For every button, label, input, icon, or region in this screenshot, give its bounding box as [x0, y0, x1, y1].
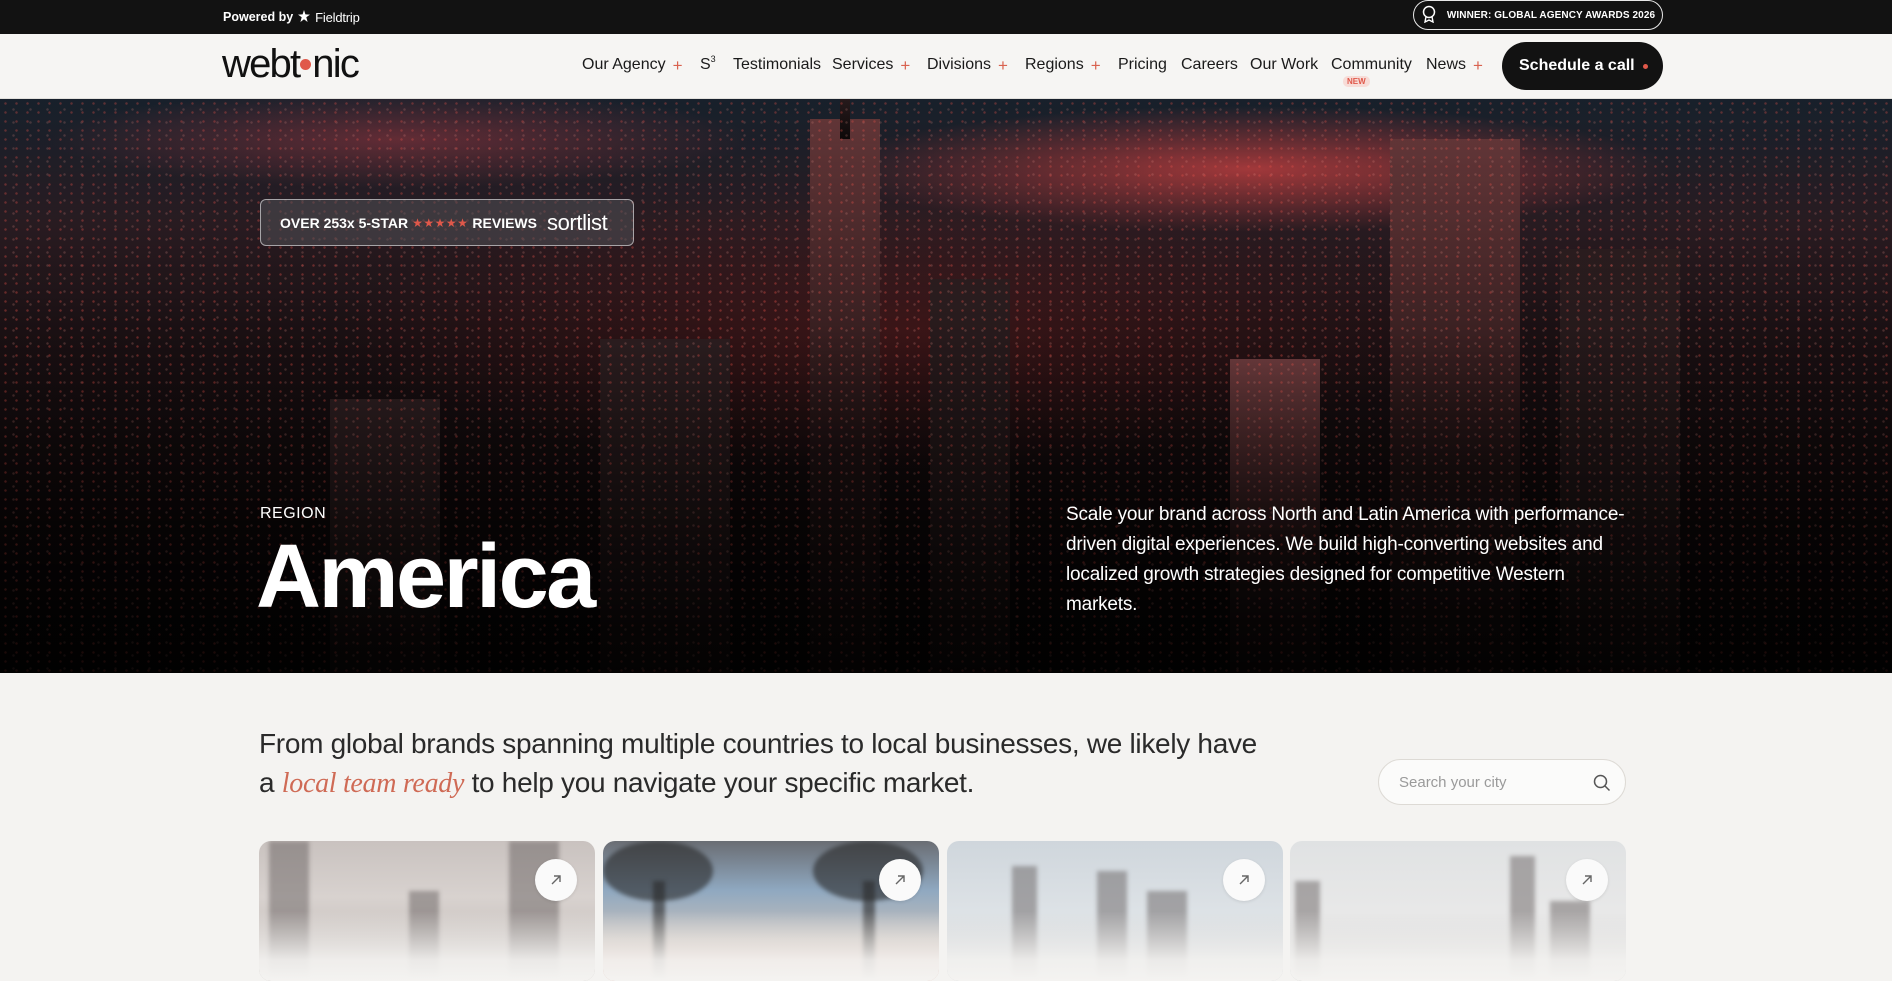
logo-text-left: webt	[222, 42, 301, 86]
city-search	[1378, 759, 1626, 805]
powered-by[interactable]: Powered by Fieldtrip	[223, 0, 360, 34]
cta-dot-icon	[1643, 64, 1648, 69]
arrow-up-right-icon[interactable]	[1223, 859, 1265, 901]
logo-dot-icon	[300, 58, 312, 70]
region-description: Scale your brand across North and Latin …	[1066, 504, 1625, 615]
city-card[interactable]	[259, 841, 595, 981]
search-input[interactable]	[1399, 773, 1579, 791]
nav-news[interactable]: News +	[1426, 56, 1483, 74]
nav-label: Divisions	[927, 56, 992, 73]
arrow-up-right-icon[interactable]	[1566, 859, 1608, 901]
nav-label: Testimonials	[733, 56, 822, 73]
star-icon: ★★★★★	[412, 215, 469, 230]
city-card[interactable]	[947, 841, 1283, 981]
nav-testimonials[interactable]: Testimonials	[733, 56, 821, 74]
award-badge[interactable]: WINNER: GLOBAL AGENCY AWARDS 2026	[1413, 0, 1663, 30]
new-badge: NEW	[1343, 76, 1370, 87]
nav-label: S3	[700, 54, 716, 73]
region-label: REGION	[260, 505, 327, 522]
arrow-up-right-icon[interactable]	[535, 859, 577, 901]
webtonic-logo[interactable]: webt nic	[222, 42, 360, 87]
top-bar: Powered by Fieldtrip WINNER: GLOBAL AGEN…	[0, 0, 1892, 34]
plus-icon: +	[998, 55, 1008, 75]
award-ribbon-icon	[1421, 5, 1437, 26]
arrow-up-right-icon[interactable]	[879, 859, 921, 901]
plus-icon: +	[1473, 55, 1483, 75]
powered-by-label: Powered by	[223, 10, 294, 24]
city-card[interactable]	[1290, 841, 1626, 981]
city-card[interactable]	[603, 841, 939, 981]
nav-label: Community	[1331, 56, 1412, 73]
reviews-prefix: OVER 253x 5-STAR	[280, 214, 409, 231]
intro-text: From global brands spanning multiple cou…	[259, 724, 1259, 803]
nav-services[interactable]: Services +	[832, 56, 910, 74]
award-text: WINNER: GLOBAL AGENCY AWARDS 2026	[1446, 9, 1656, 21]
nav-label: Our Agency	[582, 56, 666, 73]
intro-after: to help you navigate your specific marke…	[471, 767, 975, 798]
nav-regions[interactable]: Regions +	[1025, 56, 1101, 74]
nav-label: Regions	[1025, 56, 1084, 73]
nav-our-work[interactable]: Our Work	[1250, 56, 1318, 74]
fieldtrip-brand: Fieldtrip	[315, 9, 360, 25]
reviews-suffix: REVIEWS	[472, 214, 537, 231]
reviews-badge[interactable]: OVER 253x 5-STAR ★★★★★ REVIEWS sortlist	[260, 199, 634, 246]
logo-text-right: nic	[312, 42, 360, 86]
superscript: 3	[710, 54, 716, 64]
nav-divisions[interactable]: Divisions +	[927, 56, 1008, 74]
nav-label: Careers	[1181, 56, 1238, 73]
plus-icon: +	[672, 55, 683, 75]
nav-pricing[interactable]: Pricing	[1118, 56, 1167, 74]
fieldtrip-logo-icon	[298, 9, 311, 25]
schedule-call-button[interactable]: Schedule a call	[1502, 42, 1663, 90]
nav-label: Our Work	[1250, 56, 1319, 73]
page-title: America	[256, 527, 596, 627]
nav-our-agency[interactable]: Our Agency +	[582, 56, 683, 74]
intro-highlight: local team ready	[281, 768, 465, 799]
nav-label: News	[1426, 56, 1467, 73]
nav-community[interactable]: Community NEW	[1331, 56, 1412, 87]
cta-label: Schedule a call	[1519, 57, 1635, 74]
nav-label: Pricing	[1118, 56, 1167, 73]
sortlist-logo: sortlist	[547, 209, 608, 235]
plus-icon: +	[900, 55, 911, 75]
plus-icon: +	[1090, 55, 1101, 75]
nav-label: Services	[832, 56, 894, 73]
nav-careers[interactable]: Careers	[1181, 56, 1238, 74]
nav-s3[interactable]: S3	[700, 54, 716, 74]
